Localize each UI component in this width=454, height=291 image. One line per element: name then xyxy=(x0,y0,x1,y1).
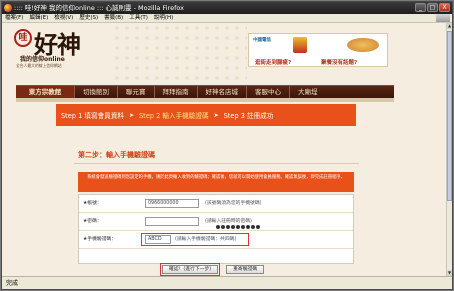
shopping-bag-icon xyxy=(293,37,307,53)
verification-form: ★帳號： 0966000000 (該號碼須為您的手機號碼) ★密碼： (請輸入註… xyxy=(78,194,354,264)
menu-view[interactable]: 檢視(V) xyxy=(54,14,73,22)
confirm-button[interactable]: 確認！(進行下一步) xyxy=(162,265,219,274)
step-2: Step 2 輸入手機驗證碼 xyxy=(139,112,209,120)
phone-input[interactable]: 0966000000 xyxy=(145,199,199,208)
vertical-scrollbar[interactable]: ▲ ▼ xyxy=(446,23,452,276)
status-text: 完成 xyxy=(6,280,19,287)
resend-code-button[interactable]: 重寄驗證碼 xyxy=(226,265,265,274)
nav-yuanbao[interactable]: 聯元寶 xyxy=(117,85,154,99)
menu-file[interactable]: 檔案(F) xyxy=(5,14,23,22)
phone-hint: (該號碼須為您的手機號碼) xyxy=(205,201,262,206)
nav-worship-guide[interactable]: 拜拜指南 xyxy=(153,85,197,99)
nav-home[interactable]: 東方宗教館 xyxy=(16,85,74,99)
ad-text-right: 聚餐沒有話題? xyxy=(321,60,358,66)
confirm-highlight: 確認！(進行下一步) xyxy=(160,263,221,276)
scroll-thumb[interactable] xyxy=(447,31,452,201)
menu-bar: 檔案(F) 編輯(E) 檢視(V) 歷史(S) 書籤(B) 工具(T) 說明(H… xyxy=(2,14,452,23)
registration-steps: Step 1 填寫會員資料 ➤ Step 2 輸入手機驗證碼 ➤ Step 3 … xyxy=(56,104,356,126)
heading-rule xyxy=(74,163,359,164)
step-1: Step 1 填寫會員資料 xyxy=(61,112,124,120)
window-title: :::: 哇!好神 我的信仰online ::: 心誠則靈 - Mozilla … xyxy=(14,4,184,12)
main-nav: 東方宗教館 切換館別 聯元寶 拜拜指南 好神名店城 客服中心 大廟埕 xyxy=(16,85,394,99)
menu-help[interactable]: 說明(H) xyxy=(154,14,173,22)
nav-shop[interactable]: 好神名店城 xyxy=(196,85,247,99)
step-heading: 第二步：輸入手機驗證碼 xyxy=(78,151,155,159)
scroll-up-icon[interactable]: ▲ xyxy=(447,23,452,29)
food-image xyxy=(347,38,379,52)
minimize-button[interactable]: _ xyxy=(415,3,426,12)
logo-mark-icon[interactable]: 哇 xyxy=(14,29,32,47)
banner-ad[interactable]: 中國電信 逛街走到腳痠? 聚餐沒有話題? xyxy=(248,33,388,67)
verification-notice: 系統會發送驗證碼到您設定的手機，請於此頁輸入收到的驗證碼；確認後，您就可以開始使… xyxy=(78,172,354,192)
password-input[interactable] xyxy=(145,217,260,229)
ad-brand: 中國電信 xyxy=(253,38,271,43)
throbber-icon xyxy=(436,14,450,22)
password-row: ★密碼： (請輸入註冊時的密碼) xyxy=(79,213,353,231)
code-input[interactable]: ABCD xyxy=(145,235,171,244)
title-bar: :::: 哇!好神 我的信仰online ::: 心誠則靈 - Mozilla … xyxy=(2,2,452,14)
menu-history[interactable]: 歷史(S) xyxy=(79,14,98,22)
form-spacer xyxy=(79,249,353,263)
nav-switch-hall[interactable]: 切換館別 xyxy=(74,85,117,99)
nav-temple-square[interactable]: 大廟埕 xyxy=(289,85,326,99)
menu-edit[interactable]: 編輯(E) xyxy=(29,14,48,22)
nav-divider xyxy=(16,98,394,102)
phone-label: ★帳號： xyxy=(83,201,102,206)
maximize-button[interactable]: □ xyxy=(427,3,438,12)
ad-text-left: 逛街走到腳痠? xyxy=(255,60,292,66)
window-controls: _ □ X xyxy=(415,3,450,12)
password-label: ★密碼： xyxy=(83,219,102,224)
firefox-icon xyxy=(4,4,12,12)
menu-bookmarks[interactable]: 書籤(B) xyxy=(104,14,123,22)
logo-tagline: 全台人最大的線上信仰網站 xyxy=(16,63,62,68)
step-3: Step 3 註冊成功 xyxy=(223,112,274,120)
nav-service[interactable]: 客服中心 xyxy=(246,85,289,99)
code-hint: (請輸入手機驗證碼：共四碼) xyxy=(175,237,237,242)
password-hint: (請輸入註冊時的密碼) xyxy=(205,219,252,224)
code-label: ★手機驗證碼： xyxy=(83,237,117,242)
header-pattern xyxy=(112,23,247,83)
status-bar: 完成 xyxy=(2,276,452,289)
site-header: 哇 好神 我的信仰online 全台人最大的線上信仰網站 中國電信 逛街走到腳痠… xyxy=(2,23,446,83)
code-row: ★手機驗證碼： ABCD (請輸入手機驗證碼：共四碼) xyxy=(79,231,353,249)
close-button[interactable]: X xyxy=(439,3,450,12)
menu-spacer xyxy=(179,14,430,22)
form-actions: 確認！(進行下一步) 重寄驗證碼 xyxy=(160,263,265,276)
phone-row: ★帳號： 0966000000 (該號碼須為您的手機號碼) xyxy=(79,195,353,213)
menu-tools[interactable]: 工具(T) xyxy=(129,14,148,22)
logo-subtitle: 我的信仰online xyxy=(20,56,65,63)
